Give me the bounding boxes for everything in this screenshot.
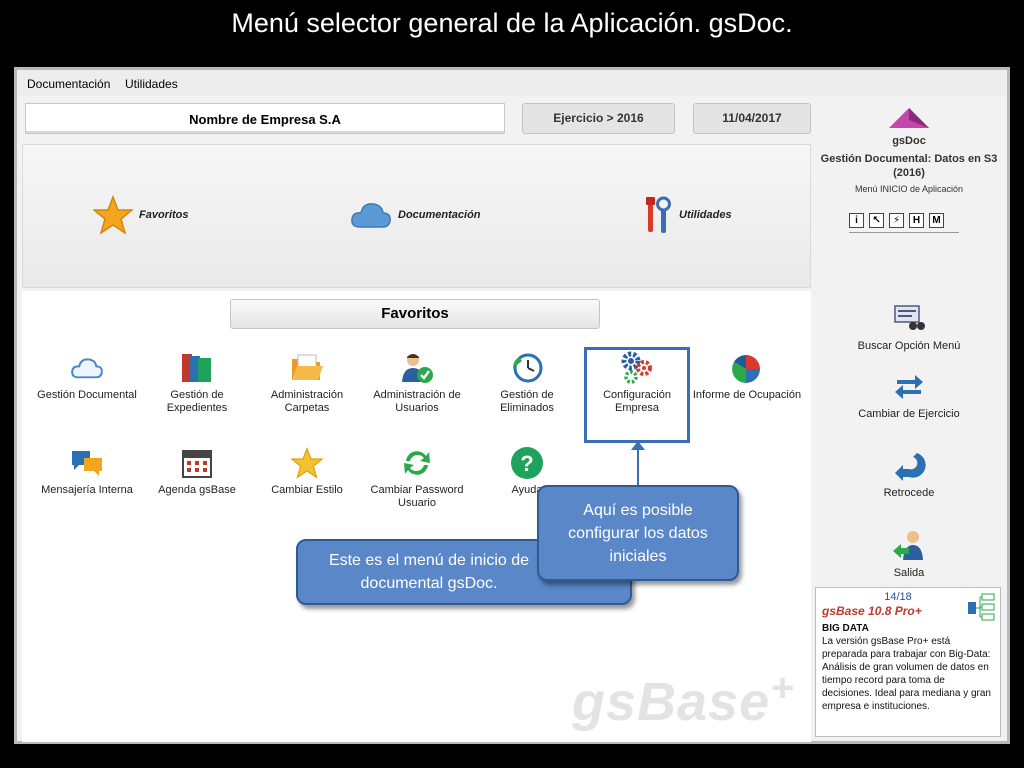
help-icon: ? xyxy=(511,447,543,479)
tile-label: Administración Carpetas xyxy=(270,389,344,414)
tile-cambiar-estilo[interactable]: Cambiar Estilo xyxy=(252,446,362,497)
callout-arrow-head xyxy=(631,441,645,450)
button-label: Retrocede xyxy=(883,487,935,499)
back-arrow-icon xyxy=(895,453,926,481)
gsbase-watermark: gsBase+ xyxy=(572,666,795,732)
star-icon xyxy=(291,447,323,479)
category-label: Favoritos xyxy=(139,209,189,221)
pie-chart-icon xyxy=(732,355,760,383)
tile-label: Cambiar Estilo xyxy=(271,484,343,496)
tile-mensajeria-interna[interactable]: Mensajería Interna xyxy=(32,446,142,497)
clock-icon xyxy=(512,353,543,383)
category-label: Utilidades xyxy=(679,209,732,221)
callout-arrow xyxy=(637,445,639,489)
company-name-field[interactable]: Nombre de Empresa S.A xyxy=(25,103,505,134)
menu-item-utilidades[interactable]: Utilidades xyxy=(125,77,178,91)
tools-icon xyxy=(646,196,671,233)
search-menu-icon xyxy=(894,305,925,330)
favorites-panel: gsBase+ Favoritos Gestión Documental Ges… xyxy=(22,291,811,742)
tile-label: Gestión de Expedientes xyxy=(166,389,228,414)
m-icon[interactable]: M xyxy=(929,213,944,228)
pointer-icon[interactable]: ↖ xyxy=(869,213,884,228)
date-button[interactable]: 11/04/2017 xyxy=(693,103,811,134)
tile-label: Mensajería Interna xyxy=(41,484,133,496)
category-panel: Favoritos Documentación Utilidades xyxy=(22,144,811,288)
highlight-configuracion xyxy=(584,347,690,443)
category-documentacion[interactable]: Documentación xyxy=(350,195,481,235)
tile-label: Informe de Ocupación xyxy=(692,389,802,401)
tile-gestion-expedientes[interactable]: Gestión de Expedientes xyxy=(142,351,252,415)
gsdoc-logo-icon xyxy=(889,108,929,128)
divider xyxy=(849,232,959,233)
folder-open-icon xyxy=(292,354,323,380)
tile-gestion-eliminados[interactable]: Gestión de Eliminados xyxy=(472,351,582,415)
tile-label: Gestión de Eliminados xyxy=(500,389,554,414)
info-heading: BIG DATA xyxy=(822,623,869,634)
favorites-header: Favoritos xyxy=(230,299,600,329)
cambiar-ejercicio-button[interactable]: Cambiar de Ejercicio xyxy=(811,370,1007,420)
category-utilidades[interactable]: Utilidades xyxy=(643,195,732,235)
salida-button[interactable]: Salida xyxy=(811,529,1007,579)
cloud-icon xyxy=(351,203,391,228)
network-icon xyxy=(968,593,995,621)
refresh-icon xyxy=(404,451,430,475)
tile-label: Gestión Documental xyxy=(37,389,137,401)
button-label: Cambiar de Ejercicio xyxy=(858,408,960,420)
exit-user-icon xyxy=(893,531,923,560)
app-window: Documentación Utilidades Nombre de Empre… xyxy=(14,67,1010,744)
menu-item-documentacion[interactable]: Documentación xyxy=(27,77,110,91)
buscar-opcion-menu-button[interactable]: Buscar Opción Menú xyxy=(811,302,1007,352)
retrocede-button[interactable]: Retrocede xyxy=(811,449,1007,499)
menu-bar: Documentación Utilidades xyxy=(17,70,1007,96)
tile-informe-ocupacion[interactable]: Informe de Ocupación xyxy=(692,351,802,402)
folders-icon xyxy=(182,354,211,382)
ejercicio-button[interactable]: Ejercicio > 2016 xyxy=(522,103,675,134)
button-label: Buscar Opción Menú xyxy=(857,340,961,352)
tile-label: Administración de Usuarios xyxy=(373,389,461,414)
tile-agenda-gsbase[interactable]: Agenda gsBase xyxy=(142,446,252,497)
user-check-icon xyxy=(402,354,433,383)
info-text: La versión gsBase Pro+ está preparada pa… xyxy=(822,636,991,712)
app-subtitle: Menú INICIO de Aplicación xyxy=(854,184,964,194)
slide-title: Menú selector general de la Aplicación. … xyxy=(231,8,793,38)
tile-administracion-carpetas[interactable]: Administración Carpetas xyxy=(252,351,362,415)
app-title: Gestión Documental: Datos en S3 (2016) xyxy=(820,153,998,179)
tool-buttons: i ↖ ⚡ H M xyxy=(849,213,944,228)
swap-arrows-icon xyxy=(895,375,923,399)
button-label: Salida xyxy=(893,567,925,579)
star-icon xyxy=(93,195,133,235)
chat-icon xyxy=(72,451,102,476)
category-favoritos[interactable]: Favoritos xyxy=(93,195,189,235)
cloud-icon xyxy=(71,358,103,379)
tile-cambiar-password[interactable]: Cambiar Password Usuario xyxy=(362,446,472,510)
h-icon[interactable]: H xyxy=(909,213,924,228)
flash-icon[interactable]: ⚡ xyxy=(889,213,904,228)
category-label: Documentación xyxy=(398,209,481,221)
right-sidebar: gsDoc Gestión Documental: Datos en S3 (2… xyxy=(811,96,1007,742)
logo-label: gsDoc xyxy=(892,135,926,147)
calendar-icon xyxy=(182,450,212,478)
svg-text:?: ? xyxy=(520,451,533,476)
info-box: 14/18 gsBase 10.8 Pro+ BIG DATA La versi… xyxy=(815,587,1001,737)
tile-label: Cambiar Password Usuario xyxy=(370,484,464,509)
tile-administracion-usuarios[interactable]: Administración de Usuarios xyxy=(362,351,472,415)
tile-label: Agenda gsBase xyxy=(158,484,236,496)
tile-gestion-documental[interactable]: Gestión Documental xyxy=(32,351,142,402)
info-icon[interactable]: i xyxy=(849,213,864,228)
callout-configuracion: Aquí es posible configurar los datos ini… xyxy=(537,485,739,581)
